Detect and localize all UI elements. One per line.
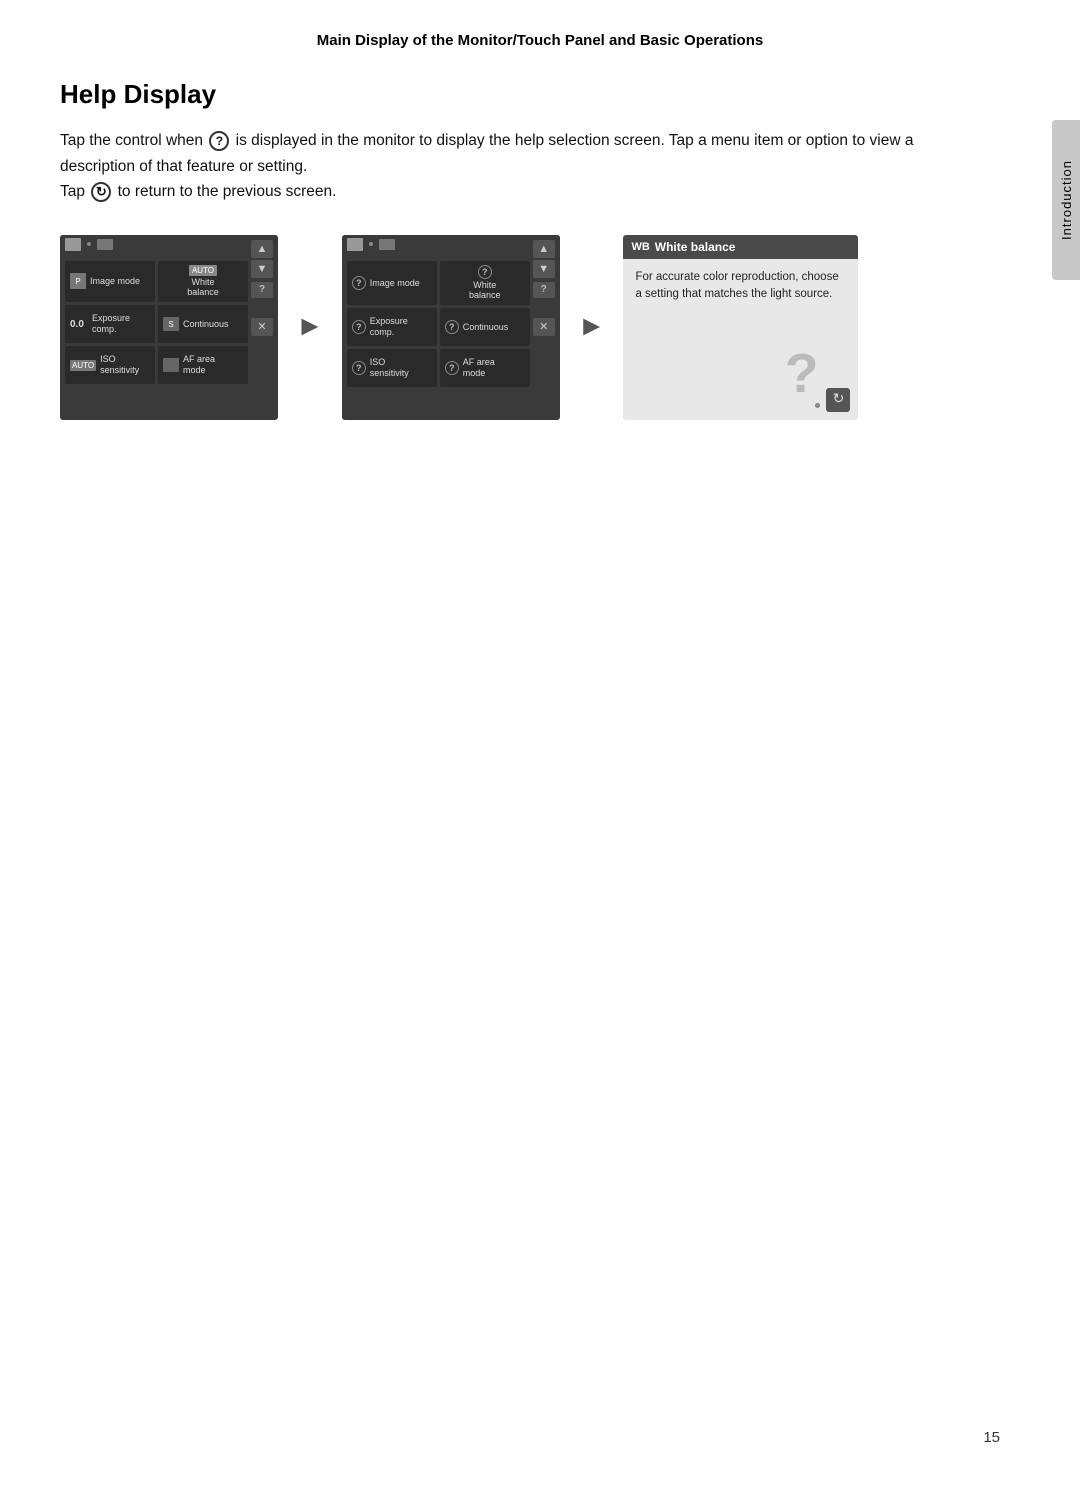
section-title: Help Display — [60, 79, 1000, 110]
main-content: Help Display Tap the control when ? is d… — [0, 69, 1080, 460]
help-dot — [815, 403, 820, 408]
cam1-cell-image-mode: P Image mode — [65, 261, 155, 303]
cam1-cell-continuous: S Continuous — [158, 305, 248, 343]
cam1-iso-label: ISOsensitivity — [100, 354, 139, 376]
cam1-up-btn[interactable]: ▲ — [251, 240, 273, 258]
help-back-button[interactable]: ↻ — [826, 388, 850, 412]
cam2-af-label: AF areamode — [463, 357, 495, 379]
cam2-top-bar — [342, 235, 560, 254]
desc-text-1: Tap the control when — [60, 132, 203, 149]
cam2-q-img: ? — [352, 276, 366, 290]
cam1-img-mode-icon: P — [70, 273, 86, 289]
cam2-q-btn[interactable]: ? — [533, 282, 555, 298]
cam2-icon-camera — [347, 238, 363, 251]
help-header: WB White balance — [623, 235, 858, 259]
sidebar-tab: Introduction — [1052, 120, 1080, 280]
cam2-icon2 — [379, 239, 395, 250]
cam1-cell-exposure: 0.0 Exposurecomp. — [65, 305, 155, 343]
help-body: For accurate color reproduction, choose … — [623, 259, 858, 314]
cam1-af-label: AF areamode — [183, 354, 215, 376]
cam2-exp-label: Exposurecomp. — [370, 316, 408, 338]
cam2-q-exp: ? — [352, 320, 366, 334]
cam2-dot1 — [369, 242, 373, 246]
cam1-wb-label: Whitebalance — [187, 277, 219, 299]
camera-screen-1: ▲ ▼ ? ✕ P Image mode AUTO Whitebalance — [60, 235, 278, 420]
cam1-cont-icon: S — [163, 317, 179, 331]
cam2-down-btn[interactable]: ▼ — [533, 260, 555, 278]
cam1-af-icon — [163, 358, 179, 372]
cam1-img-mode-label: Image mode — [90, 276, 140, 287]
desc-text-3: Tap — [60, 183, 85, 200]
wb-icon-label: WB — [631, 241, 649, 253]
cam2-cont-label: Continuous — [463, 322, 509, 333]
back-icon-inline: ↻ — [91, 182, 111, 202]
cam2-wb-label: Whitebalance — [469, 280, 501, 302]
cam1-top-bar — [60, 235, 278, 254]
cam1-grid: P Image mode AUTO Whitebalance 0.0 Expos… — [60, 256, 278, 390]
cam2-grid: ? Image mode ? Whitebalance ? Exposureco… — [342, 256, 560, 393]
cam2-cell-image-mode: ? Image mode — [347, 261, 437, 306]
cam2-cell-af: ? AF areamode — [440, 349, 530, 387]
help-title: White balance — [655, 240, 736, 254]
cam1-exp-label: Exposurecomp. — [92, 313, 130, 335]
cam2-x-btn[interactable]: ✕ — [533, 318, 555, 336]
help-screen: WB White balance For accurate color repr… — [623, 235, 858, 420]
cam2-cell-exposure: ? Exposurecomp. — [347, 308, 437, 346]
cam2-cell-iso: ? ISOsensitivity — [347, 349, 437, 387]
header-title: Main Display of the Monitor/Touch Panel … — [317, 32, 763, 49]
question-icon: ? — [209, 131, 229, 151]
cam1-cell-iso: AUTO ISOsensitivity — [65, 346, 155, 384]
cam1-x-btn[interactable]: ✕ — [251, 318, 273, 336]
desc-text-4: to return to the previous screen. — [118, 183, 337, 200]
cam2-cell-continuous: ? Continuous — [440, 308, 530, 346]
sidebar-label: Introduction — [1059, 160, 1074, 240]
cam2-q-iso: ? — [352, 361, 366, 375]
cam1-nav-col: ▲ ▼ ? ✕ — [251, 240, 273, 336]
cam1-wb-badge: AUTO — [189, 265, 217, 276]
cam1-icon2 — [97, 239, 113, 250]
cam2-img-mode-label: Image mode — [370, 278, 420, 289]
cam1-top-icons — [65, 238, 113, 251]
arrow-2: ► — [578, 311, 606, 343]
page-number: 15 — [983, 1429, 1000, 1446]
cam1-cont-label: Continuous — [183, 319, 229, 330]
cam2-q-cont: ? — [445, 320, 459, 334]
cam1-cell-wb: AUTO Whitebalance — [158, 261, 248, 303]
cam2-up-btn[interactable]: ▲ — [533, 240, 555, 258]
help-big-question: ? — [785, 341, 819, 405]
cam1-icon-camera — [65, 238, 81, 251]
page-header: Main Display of the Monitor/Touch Panel … — [0, 0, 1080, 69]
diagrams-row: ▲ ▼ ? ✕ P Image mode AUTO Whitebalance — [60, 235, 1000, 420]
cam1-down-btn[interactable]: ▼ — [251, 260, 273, 278]
cam2-nav-col: ▲ ▼ ? ✕ — [533, 240, 555, 336]
camera-screen-2: ▲ ▼ ? ✕ ? Image mode ? Whitebalance — [342, 235, 560, 420]
arrow-1: ► — [296, 311, 324, 343]
cam2-iso-label: ISOsensitivity — [370, 357, 409, 379]
cam1-cell-af: AF areamode — [158, 346, 248, 384]
cam2-q-af: ? — [445, 361, 459, 375]
help-body-text: For accurate color reproduction, choose … — [635, 271, 838, 300]
description-paragraph: Tap the control when ? is displayed in t… — [60, 128, 930, 205]
cam1-dot1 — [87, 242, 91, 246]
cam1-q-btn[interactable]: ? — [251, 282, 273, 298]
cam2-q-wb: ? — [478, 265, 492, 279]
cam2-cell-wb: ? Whitebalance — [440, 261, 530, 306]
cam2-top-icons — [347, 238, 395, 251]
